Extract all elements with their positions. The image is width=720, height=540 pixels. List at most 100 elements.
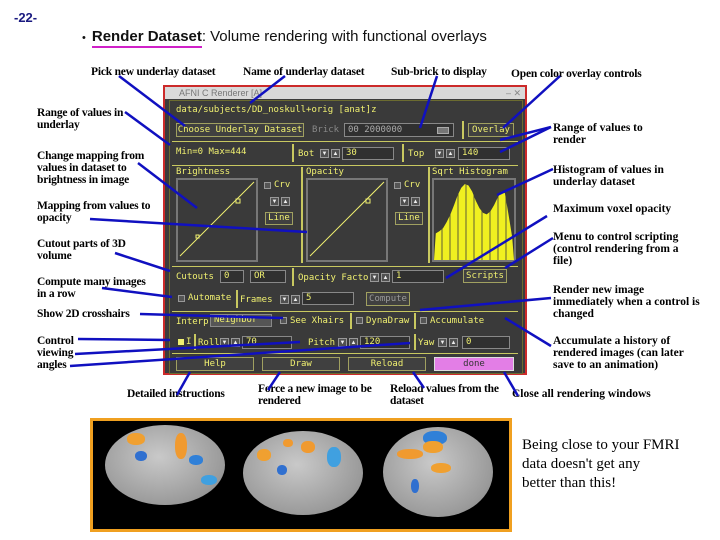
- interp-menu[interactable]: Neighbor: [210, 314, 272, 327]
- top-input[interactable]: 140: [458, 147, 510, 160]
- overlay-button[interactable]: Overlay: [468, 123, 514, 137]
- accumulate-label: Accumulate: [430, 316, 485, 326]
- pitch-up-icon[interactable]: ▲: [349, 338, 358, 347]
- done-button[interactable]: done: [434, 357, 514, 371]
- cutouts-count-menu[interactable]: 0: [220, 270, 244, 283]
- window-controls-icon[interactable]: – ✕: [506, 87, 521, 99]
- reload-button[interactable]: Reload: [348, 357, 426, 371]
- caption-range-underlay: Range of values in underlay: [37, 107, 124, 131]
- window-body: data/subjects/DD_noskull+orig [anat]z Ch…: [169, 100, 523, 374]
- see-xhairs-label: See Xhairs: [290, 316, 345, 326]
- bot-label: Bot: [298, 149, 315, 159]
- opacity-factor-down-icon[interactable]: ▼: [370, 273, 379, 282]
- divider: [402, 144, 404, 162]
- divider: [462, 121, 464, 139]
- frames-input[interactable]: 5: [302, 292, 354, 305]
- opacity-curve: [309, 181, 385, 257]
- yaw-down-icon[interactable]: ▼: [438, 338, 447, 347]
- caption-max-opacity: Maximum voxel opacity: [553, 203, 672, 215]
- frames-label: Frames: [240, 295, 273, 305]
- scripts-button[interactable]: Scripts: [463, 269, 507, 283]
- roll-input[interactable]: 70: [242, 336, 292, 349]
- choose-underlay-button[interactable]: Choose Underlay Dataset: [176, 123, 304, 137]
- divider: [172, 165, 518, 166]
- histogram-label: Sqrt Histogram: [432, 167, 508, 177]
- automate-checkbox[interactable]: [178, 295, 185, 302]
- divider: [194, 334, 196, 350]
- brain-rendering-image: [90, 418, 512, 532]
- opacity-down-icon[interactable]: ▼: [400, 197, 409, 206]
- caption-cutout: Cutout parts of 3D volume: [37, 238, 126, 262]
- slide-number: -22-: [14, 10, 38, 25]
- opacity-line-button[interactable]: Line: [395, 212, 423, 225]
- roll-up-icon[interactable]: ▲: [231, 338, 240, 347]
- quote-line: Being close to your FMRI: [522, 437, 680, 453]
- brick-value: 00 2000000: [348, 125, 403, 135]
- angle-toggle-indicator[interactable]: [178, 339, 184, 345]
- frames-up-icon[interactable]: ▲: [291, 295, 300, 304]
- quote-text: Being close to your FMRI data doesn't ge…: [522, 436, 680, 493]
- divider: [301, 167, 303, 263]
- cutouts-label: Cutouts: [176, 272, 214, 282]
- brightness-graph[interactable]: [176, 178, 258, 262]
- divider: [172, 266, 518, 267]
- brain-middle-view: [243, 431, 363, 515]
- accumulate-checkbox[interactable]: [420, 317, 427, 324]
- yaw-up-icon[interactable]: ▲: [449, 338, 458, 347]
- frames-down-icon[interactable]: ▼: [280, 295, 289, 304]
- pitch-down-icon[interactable]: ▼: [338, 338, 347, 347]
- caption-crosshairs: Show 2D crosshairs: [37, 308, 130, 320]
- divider: [172, 353, 518, 354]
- brick-selector[interactable]: 00 2000000: [344, 123, 454, 137]
- roll-down-icon[interactable]: ▼: [220, 338, 229, 347]
- opacity-factor-up-icon[interactable]: ▲: [381, 273, 390, 282]
- opacity-crv-checkbox[interactable]: [394, 182, 401, 189]
- bot-input[interactable]: 30: [342, 147, 394, 160]
- top-label: Top: [408, 149, 425, 159]
- compute-button[interactable]: Compute: [366, 292, 410, 306]
- help-button[interactable]: Help: [176, 357, 254, 371]
- cutouts-logic-menu[interactable]: OR: [250, 270, 286, 283]
- caption-pick-underlay: Pick new underlay dataset: [91, 66, 216, 78]
- divider: [428, 167, 430, 263]
- see-xhairs-checkbox[interactable]: [280, 317, 287, 324]
- slide-title: • Render Dataset: Volume rendering with fu…: [82, 28, 487, 48]
- caption-help: Detailed instructions: [127, 388, 225, 400]
- caption-dynadraw: Render new image immediately when a cont…: [553, 284, 700, 320]
- opacity-factor-input[interactable]: 1: [392, 270, 444, 283]
- minmax-readout: Min=0 Max=444: [176, 147, 247, 157]
- brain-left-view: [105, 425, 225, 505]
- caption-brightness-mapping: Change mapping from values in dataset to…: [37, 150, 145, 186]
- divider: [292, 268, 294, 286]
- renderer-window: AFNI C Renderer [A] – ✕ data/subjects/DD…: [163, 85, 527, 375]
- caption-viewing-angles: Control viewing angles: [37, 335, 74, 371]
- bot-increment-icon[interactable]: ▲: [331, 149, 340, 158]
- divider: [236, 290, 238, 308]
- pitch-label: Pitch: [308, 338, 336, 348]
- divider: [350, 313, 352, 329]
- top-decrement-icon[interactable]: ▼: [435, 149, 444, 158]
- title-rest: Volume rendering with functional overlay…: [210, 28, 487, 45]
- yaw-label: Yaw: [418, 338, 435, 348]
- divider: [414, 313, 416, 329]
- brightness-up-icon[interactable]: ▲: [281, 197, 290, 206]
- caption-opacity-mapping: Mapping from values to opacity: [37, 200, 151, 224]
- opacity-graph[interactable]: [306, 178, 388, 262]
- brightness-line-button[interactable]: Line: [265, 212, 293, 225]
- divider: [414, 334, 416, 350]
- caption-scripting: Menu to control scripting (control rende…: [553, 231, 679, 267]
- window-titlebar[interactable]: AFNI C Renderer [A] – ✕: [165, 87, 525, 99]
- dynadraw-checkbox[interactable]: [356, 317, 363, 324]
- draw-button[interactable]: Draw: [262, 357, 340, 371]
- caption-color-overlay: Open color overlay controls: [511, 68, 642, 80]
- opacity-up-icon[interactable]: ▲: [411, 197, 420, 206]
- brightness-down-icon[interactable]: ▼: [270, 197, 279, 206]
- bot-decrement-icon[interactable]: ▼: [320, 149, 329, 158]
- dataset-path: data/subjects/DD_noskull+orig [anat]z: [176, 105, 377, 115]
- top-increment-icon[interactable]: ▲: [446, 149, 455, 158]
- brightness-crv-checkbox[interactable]: [264, 182, 271, 189]
- pitch-input[interactable]: 120: [360, 336, 410, 349]
- title-colon: :: [201, 28, 207, 45]
- yaw-input[interactable]: 0: [462, 336, 510, 349]
- divider: [172, 141, 518, 142]
